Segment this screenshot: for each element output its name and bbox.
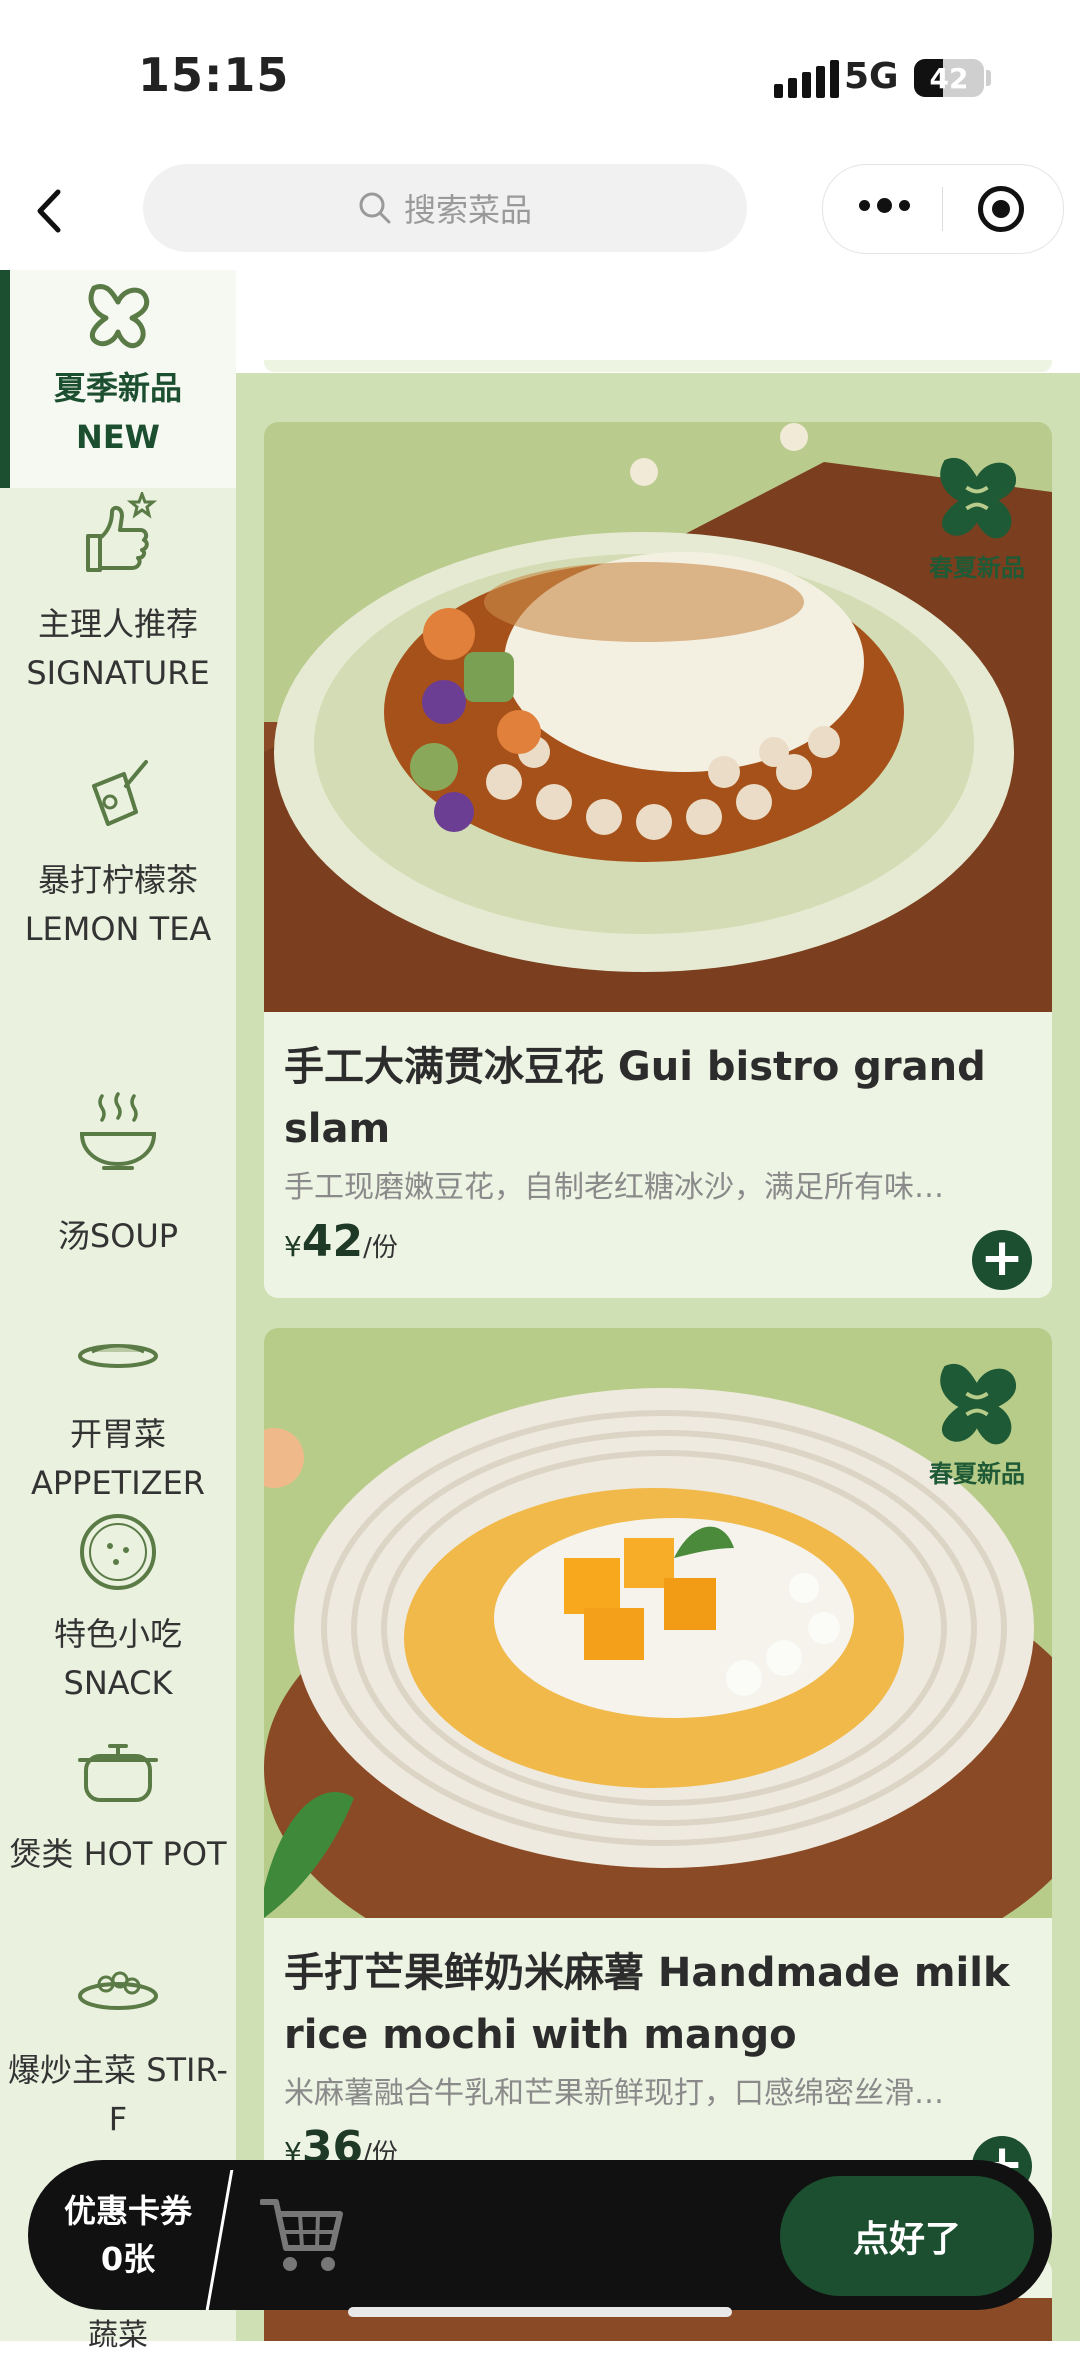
nav-bar: 搜索菜品	[0, 150, 1080, 270]
cart-icon[interactable]	[260, 2196, 344, 2274]
add-to-cart-button[interactable]: +	[972, 1230, 1032, 1290]
status-bar: 15:15 5G 42	[0, 0, 1080, 150]
sidebar-item-label: 爆炒主菜 STIR-F	[8, 2051, 228, 2138]
sidebar-item-vegetable[interactable]: 蔬菜	[0, 2310, 236, 2353]
close-miniprogram-icon[interactable]	[978, 186, 1024, 232]
search-placeholder: 搜索菜品	[403, 191, 532, 229]
dish-card[interactable]: 春夏新品 手工大满贯冰豆花 Gui bistro grand slam 手工现磨…	[264, 422, 1052, 1298]
battery-percent: 42	[929, 62, 969, 95]
sidebar-item-hot-pot[interactable]: 煲类 HOT POT	[0, 1730, 236, 1879]
capsule-divider	[942, 187, 943, 231]
sidebar-item-lemon-tea[interactable]: 暴打柠檬茶 LEMON TEA	[0, 756, 236, 954]
leaf-logo-icon	[940, 458, 1017, 539]
dish-image: 春夏新品	[264, 1328, 1052, 1918]
dish-name: 手工大满贯冰豆花 Gui bistro grand slam	[284, 1044, 986, 1152]
price-value: 42	[301, 1216, 364, 1267]
miniprogram-capsule	[822, 164, 1064, 254]
sidebar-item-snack[interactable]: 特色小吃 SNACK	[0, 1510, 236, 1708]
sidebar-item-signature[interactable]: 主理人推荐 SIGNATURE	[0, 492, 236, 698]
sidebar-item-label: 主理人推荐 SIGNATURE	[26, 605, 210, 692]
home-indicator	[348, 2307, 732, 2317]
sidebar-item-label: 开胃菜 APPETIZER	[30, 1415, 206, 1502]
status-time: 15:15	[138, 48, 290, 102]
leaf-logo-icon	[88, 284, 150, 348]
active-indicator	[0, 270, 10, 488]
dish-list: 春夏新品 手工大满贯冰豆花 Gui bistro grand slam 手工现磨…	[236, 270, 1080, 2341]
dish-description: 米麻薯融合牛乳和芒果新鲜现打，口感绵密丝滑…	[284, 2076, 944, 2111]
new-season-badge: 春夏新品	[922, 1354, 1032, 1489]
search-icon	[359, 192, 391, 224]
more-icon[interactable]	[859, 198, 910, 213]
leaf-logo-icon	[940, 1364, 1017, 1445]
thumbs-up-icon	[86, 492, 158, 572]
sidebar-item-label: 煲类 HOT POT	[9, 1835, 227, 1873]
sidebar-item-label: 暴打柠檬茶 LEMON TEA	[24, 861, 212, 948]
new-season-badge: 春夏新品	[922, 448, 1032, 583]
soup-bowl-icon	[79, 1092, 157, 1170]
dish-card[interactable]: 春夏新品 手打芒果鲜奶米麻薯 Handmade milk rice mochi …	[264, 1328, 1052, 2228]
category-sidebar: 夏季新品 NEW 主理人推荐 SIGNATURE 暴打柠檬茶 LEMON TEA…	[0, 270, 236, 2341]
checkout-button[interactable]: 点好了	[780, 2176, 1034, 2296]
dish-price: ¥42/份	[284, 1216, 398, 1267]
stir-fry-icon	[78, 1971, 158, 2010]
signal-icon	[774, 60, 839, 98]
sidebar-item-soup[interactable]: 汤SOUP	[0, 1088, 236, 1261]
appetizer-plate-icon	[78, 1344, 158, 1368]
badge-text: 春夏新品	[929, 1460, 1025, 1488]
sidebar-item-label: 夏季新品 NEW	[53, 369, 182, 456]
network-type: 5G	[844, 56, 899, 97]
price-currency: ¥	[284, 1230, 302, 1263]
sidebar-item-label: 特色小吃 SNACK	[53, 1615, 182, 1702]
category-header-band	[236, 270, 1080, 373]
sidebar-item-new[interactable]: 夏季新品 NEW	[0, 270, 236, 488]
dish-description: 手工现磨嫩豆花，自制老红糖冰沙，满足所有味…	[284, 1170, 944, 1205]
badge-text: 春夏新品	[929, 554, 1025, 582]
coupon-title: 优惠卡券	[63, 2192, 192, 2230]
hot-pot-icon	[78, 1744, 158, 1802]
search-input[interactable]: 搜索菜品	[143, 164, 747, 252]
coupon-count: 0张	[100, 2240, 156, 2278]
battery-icon: 42	[914, 59, 984, 97]
dish-image: 春夏新品	[264, 422, 1052, 1012]
snack-plate-icon	[80, 1514, 156, 1590]
coupon-button[interactable]: 优惠卡券 0张	[28, 2160, 228, 2310]
sidebar-item-label: 汤SOUP	[57, 1217, 179, 1255]
previous-card-edge	[264, 360, 1052, 372]
sidebar-item-stir-fry[interactable]: 爆炒主菜 STIR-F	[0, 1946, 236, 2144]
cart-bar: 优惠卡券 0张 点好了	[28, 2160, 1052, 2310]
back-arrow-icon[interactable]	[30, 186, 70, 236]
dish-name: 手打芒果鲜奶米麻薯 Handmade milk rice mochi with …	[284, 1950, 1010, 2058]
price-unit: /份	[363, 1233, 398, 1263]
sidebar-item-appetizer[interactable]: 开胃菜 APPETIZER	[0, 1310, 236, 1508]
lemon-tea-icon	[92, 760, 148, 826]
battery-tip	[986, 70, 991, 86]
